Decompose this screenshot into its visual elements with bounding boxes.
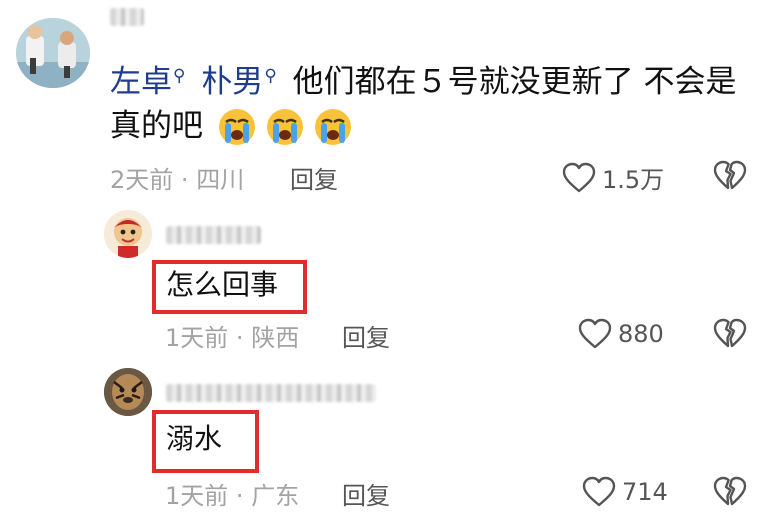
comment-text: 左卓⚲ 朴男⚲ 他们都在５号就没更新了 不会是 bbox=[110, 52, 736, 107]
search-icon: ⚲ bbox=[264, 66, 277, 86]
reply-meta: 1天前 · 广东 bbox=[165, 476, 299, 511]
reply-button[interactable]: 回复 bbox=[342, 476, 390, 511]
reply-text: 怎么回事 bbox=[166, 268, 279, 301]
reply-button[interactable]: 回复 bbox=[342, 318, 390, 353]
avatar[interactable] bbox=[104, 210, 152, 258]
like-count: 714 bbox=[622, 478, 668, 506]
meta-separator: · bbox=[235, 482, 244, 510]
reply-location: 广东 bbox=[251, 482, 300, 510]
reply-location: 陕西 bbox=[251, 324, 300, 352]
crying-face-emoji-icon bbox=[315, 108, 351, 145]
heart-outline-icon bbox=[562, 162, 596, 192]
comment-body-line2: 真的吧 bbox=[110, 108, 203, 144]
like-count: 1.5万 bbox=[602, 166, 665, 194]
search-icon: ⚲ bbox=[173, 66, 186, 86]
dislike-button[interactable] bbox=[713, 318, 747, 354]
like-button[interactable]: 880 bbox=[578, 318, 664, 350]
username-blurred[interactable] bbox=[166, 226, 261, 244]
crying-face-emoji-icon bbox=[219, 108, 255, 145]
reply-time: 1天前 bbox=[165, 482, 229, 510]
crying-face-emoji-icon bbox=[267, 108, 303, 145]
comment-meta: 2天前 · 四川 bbox=[110, 160, 244, 195]
comment-body-line1: 他们都在５号就没更新了 不会是 bbox=[292, 64, 737, 101]
like-count: 880 bbox=[618, 320, 664, 348]
comment-time: 2天前 bbox=[110, 166, 174, 194]
dislike-button[interactable] bbox=[713, 160, 747, 196]
like-button[interactable]: 1.5万 bbox=[562, 160, 664, 195]
reply-text: 溺水 bbox=[166, 422, 223, 455]
mention-link[interactable]: 朴男⚲ bbox=[201, 64, 276, 100]
dislike-button[interactable] bbox=[713, 476, 747, 512]
broken-heart-icon bbox=[713, 318, 747, 348]
heart-outline-icon bbox=[578, 318, 612, 349]
broken-heart-icon bbox=[713, 476, 747, 506]
username-blurred[interactable] bbox=[110, 8, 144, 26]
emoji-group bbox=[213, 107, 355, 147]
reply-meta: 1天前 · 陕西 bbox=[165, 318, 299, 353]
comment-text-line2: 真的吧 bbox=[110, 102, 355, 151]
meta-separator: · bbox=[235, 324, 244, 352]
meta-separator: · bbox=[180, 166, 189, 194]
reply-button[interactable]: 回复 bbox=[290, 160, 338, 195]
like-button[interactable]: 714 bbox=[582, 476, 668, 508]
reply-time: 1天前 bbox=[165, 324, 229, 352]
avatar[interactable] bbox=[104, 368, 152, 416]
avatar[interactable] bbox=[16, 18, 90, 88]
username-blurred[interactable] bbox=[166, 384, 376, 402]
heart-outline-icon bbox=[582, 476, 616, 507]
mention-link[interactable]: 左卓⚲ bbox=[110, 64, 185, 100]
comment-location: 四川 bbox=[196, 166, 245, 194]
broken-heart-icon bbox=[713, 160, 747, 190]
